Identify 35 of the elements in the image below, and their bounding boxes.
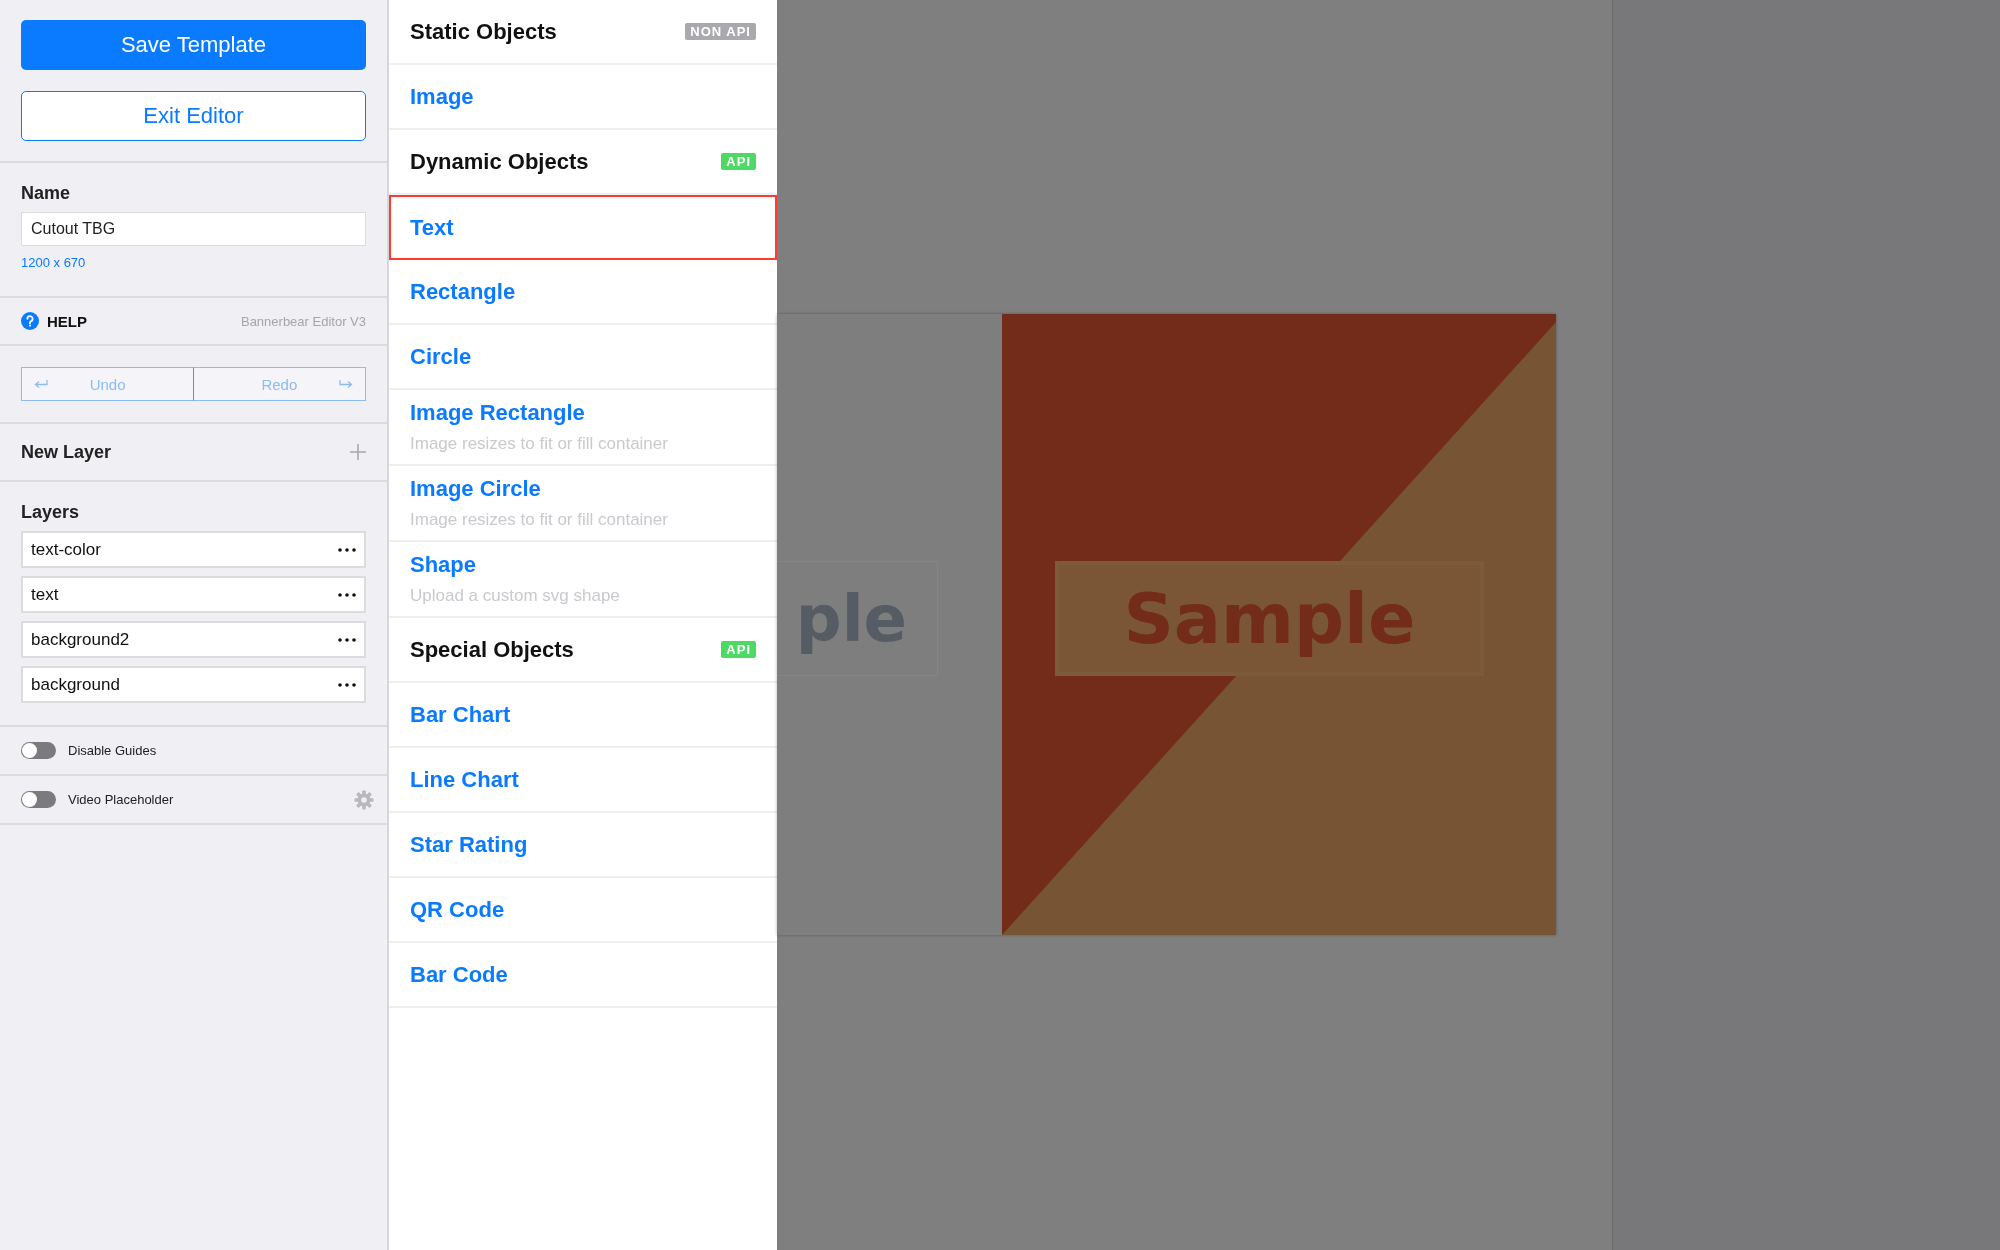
toggle-label: Disable Guides: [68, 743, 157, 758]
layer-name: background2: [31, 629, 130, 650]
layer-item[interactable]: text-color: [21, 531, 366, 568]
layer-item[interactable]: background: [21, 666, 366, 703]
version-text: Bannerbear Editor V3: [240, 313, 366, 329]
more-icon[interactable]: [338, 637, 356, 642]
toggle-switch[interactable]: [21, 791, 56, 808]
help-link[interactable]: HELP: [47, 312, 87, 330]
new-layer-label: New Layer: [21, 441, 112, 463]
undo-icon: [34, 379, 48, 389]
layer-name: text-color: [31, 539, 101, 560]
name-field[interactable]: Cutout TBG: [21, 212, 366, 246]
api-badge: NON API: [685, 23, 756, 40]
section-heading: Static Objects: [410, 18, 557, 45]
layer-name: background: [31, 674, 120, 695]
menu-item[interactable]: Text: [389, 195, 777, 260]
layer-name: text: [31, 584, 59, 605]
more-icon[interactable]: [338, 592, 356, 597]
help-icon: [21, 312, 39, 330]
layers-label: Layers: [21, 502, 81, 523]
api-badge: API: [721, 153, 756, 170]
exit-editor-button[interactable]: Exit Editor: [21, 91, 366, 141]
api-badge: API: [721, 641, 756, 658]
toggle-switch[interactable]: [21, 742, 56, 759]
toggle-label: Video Placeholder: [68, 792, 174, 807]
more-icon[interactable]: [338, 547, 356, 552]
name-label: Name: [21, 183, 72, 204]
layer-item[interactable]: text: [21, 576, 366, 613]
dimensions-text: 1200 x 670: [21, 255, 87, 270]
save-template-button[interactable]: Save Template: [21, 20, 366, 70]
redo-icon: [339, 379, 353, 389]
more-icon[interactable]: [338, 682, 356, 687]
layer-item[interactable]: background2: [21, 621, 366, 658]
section-heading: Special Objects: [410, 636, 574, 663]
section-heading: Dynamic Objects: [410, 148, 589, 175]
